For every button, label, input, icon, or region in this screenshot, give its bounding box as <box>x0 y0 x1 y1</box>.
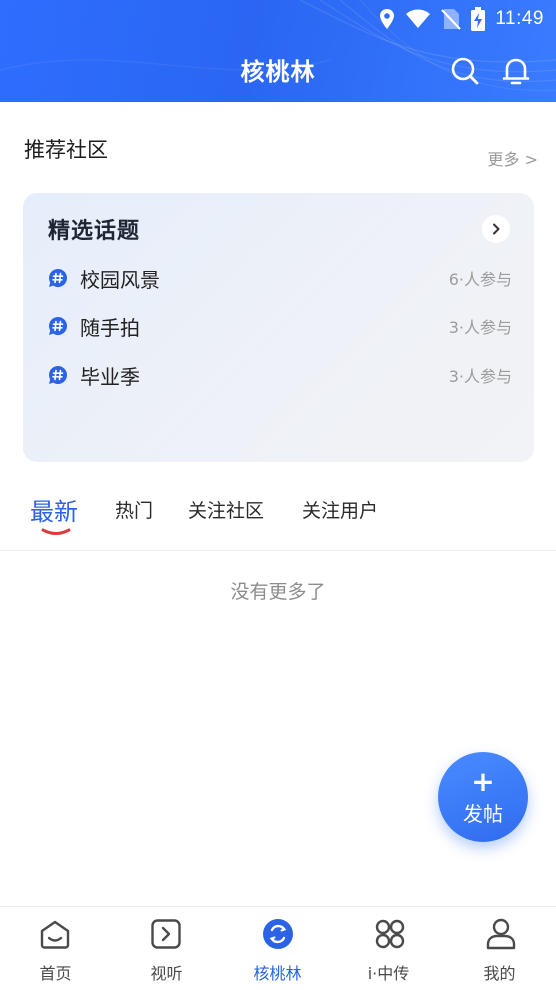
topic-name: 校园风景 <box>80 268 160 292</box>
nav-item-walnut-forest[interactable]: 核桃林 <box>222 907 333 990</box>
battery-charging-icon <box>471 7 486 31</box>
walnut-icon <box>263 919 293 949</box>
nav-item-i-cuc[interactable]: i·中传 <box>333 907 444 990</box>
status-bar: 11:49 <box>0 0 556 38</box>
featured-topics-card: 精选话题 校园风景 6·人参与 随手拍 3·人参与 毕业季 3·人参与 <box>23 193 534 462</box>
search-icon <box>451 57 479 85</box>
hashtag-icon <box>49 317 67 335</box>
no-sim-icon <box>441 9 462 30</box>
topic-item[interactable]: 校园风景 6·人参与 <box>48 263 512 293</box>
empty-feed-message: 没有更多了 <box>230 581 326 603</box>
featured-topics-more-button[interactable] <box>482 215 510 243</box>
home-icon <box>40 920 70 949</box>
hashtag-icon <box>49 269 67 287</box>
recommended-communities-heading: 推荐社区 <box>24 138 108 162</box>
chevron-right-icon <box>493 223 500 235</box>
feed-tabs: 最新 热门 关注社区 关注用户 <box>0 488 556 550</box>
new-post-button[interactable]: + 发帖 <box>438 752 528 842</box>
nav-label: 核桃林 <box>253 964 302 983</box>
new-post-label: 发帖 <box>463 802 503 826</box>
topic-participants: 3·人参与 <box>448 367 512 386</box>
nav-item-media[interactable]: 视听 <box>111 907 222 990</box>
topic-item[interactable]: 毕业季 3·人参与 <box>48 360 512 390</box>
tab-followed-users[interactable]: 关注用户 <box>302 496 378 523</box>
tab-latest[interactable]: 最新 <box>30 492 78 527</box>
featured-topics-title: 精选话题 <box>48 219 141 244</box>
hashtag-icon <box>49 366 67 384</box>
divider <box>0 550 556 551</box>
more-communities-link[interactable]: 更多 > <box>488 146 539 170</box>
notifications-button[interactable] <box>501 56 531 86</box>
nav-item-home[interactable]: 首页 <box>0 907 111 990</box>
topic-name: 毕业季 <box>80 365 140 389</box>
profile-icon <box>486 918 516 950</box>
nav-label: i·中传 <box>367 964 410 983</box>
nav-label: 视听 <box>150 964 183 983</box>
location-icon <box>380 9 395 29</box>
app-header: 11:49 核桃林 <box>0 0 556 102</box>
wifi-icon <box>406 9 431 28</box>
plus-icon: + <box>471 765 495 798</box>
tab-hot[interactable]: 热门 <box>115 496 153 523</box>
nav-item-profile[interactable]: 我的 <box>444 907 555 990</box>
active-tab-indicator <box>41 528 71 535</box>
nav-label: 我的 <box>483 964 516 983</box>
bottom-navigation: 首页 视听 核桃林 i·中传 我的 <box>0 906 556 990</box>
apps-icon <box>375 919 405 949</box>
status-time: 11:49 <box>495 8 544 29</box>
tab-followed-communities[interactable]: 关注社区 <box>188 496 264 523</box>
topic-participants: 3·人参与 <box>448 318 512 337</box>
bell-icon <box>502 58 530 85</box>
topic-item[interactable]: 随手拍 3·人参与 <box>48 311 512 341</box>
topic-participants: 6·人参与 <box>448 270 512 289</box>
nav-label: 首页 <box>39 964 72 983</box>
play-icon <box>151 919 181 949</box>
topic-name: 随手拍 <box>80 316 140 340</box>
search-button[interactable] <box>450 56 480 86</box>
